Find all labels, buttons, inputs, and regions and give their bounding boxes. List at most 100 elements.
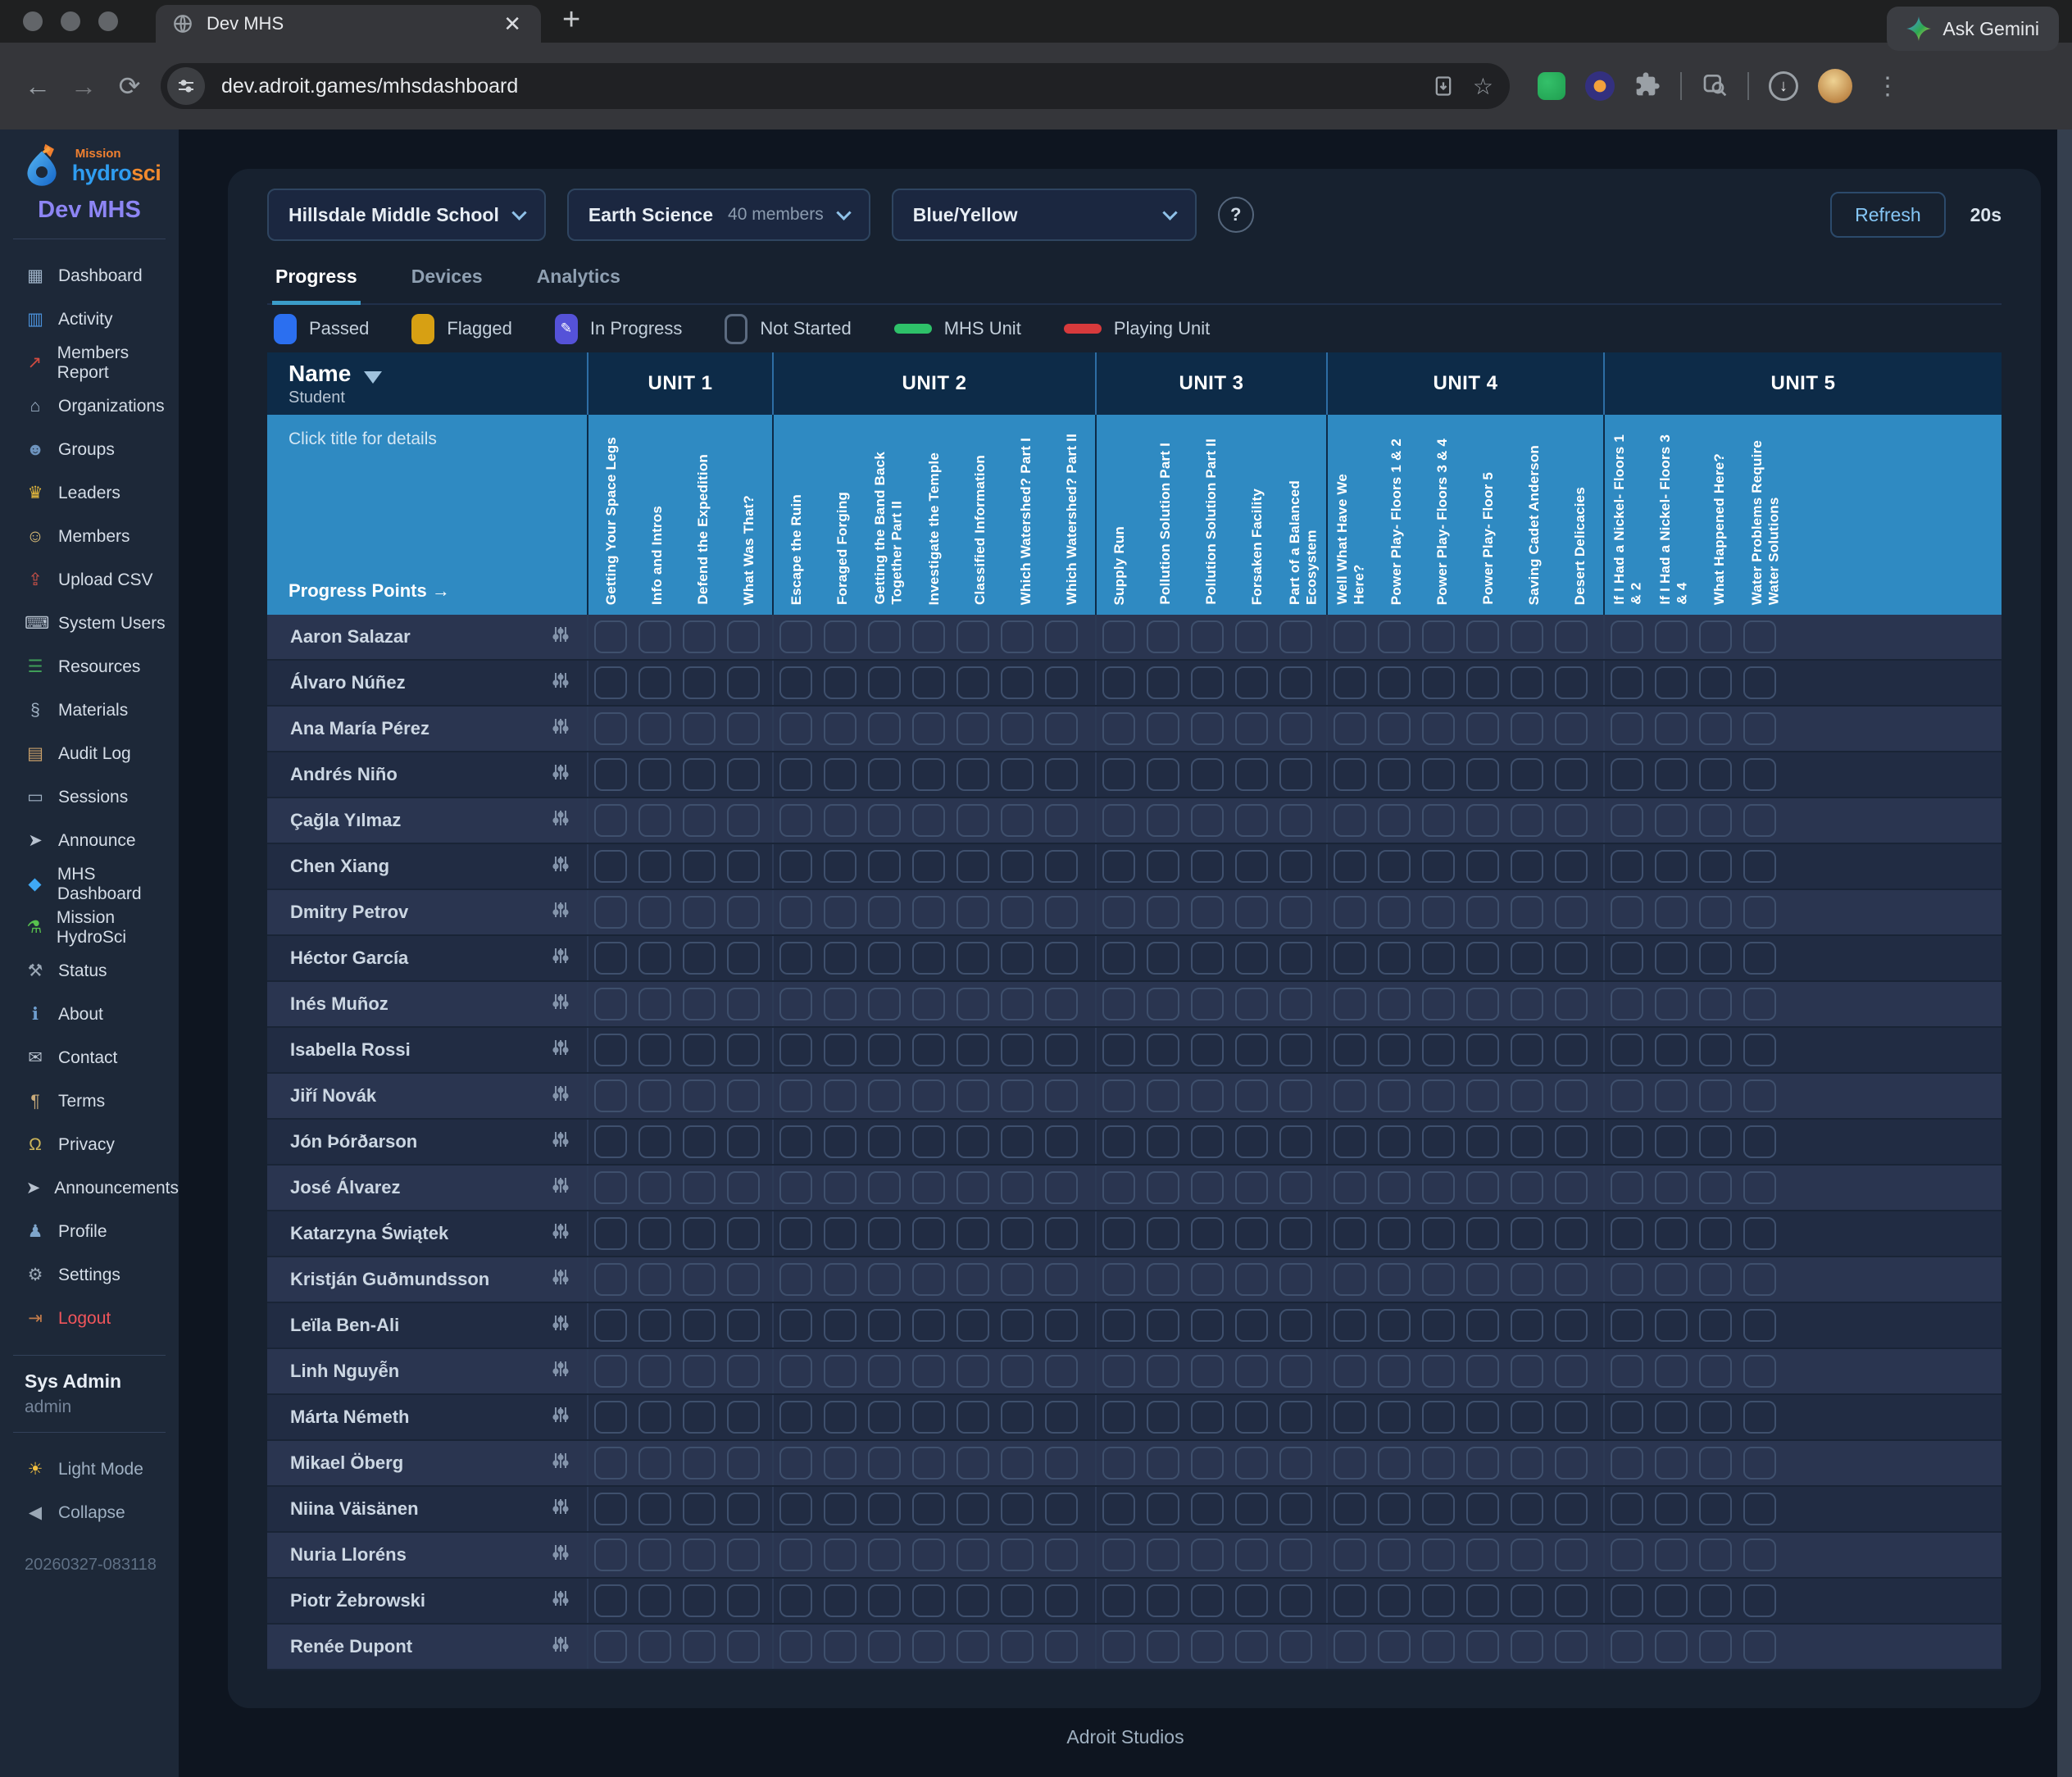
progress-cell[interactable] xyxy=(683,1447,716,1479)
progress-cell[interactable] xyxy=(1422,1309,1455,1342)
lesson-title-what-was-that[interactable]: What Was That? xyxy=(741,495,757,605)
progress-cell[interactable] xyxy=(1235,1584,1268,1617)
progress-cell[interactable] xyxy=(1466,1447,1499,1479)
progress-cell[interactable] xyxy=(594,1171,627,1204)
progress-cell[interactable] xyxy=(683,1538,716,1571)
sliders-icon[interactable] xyxy=(552,993,569,1016)
progress-cell[interactable] xyxy=(1655,758,1688,791)
progress-cell[interactable] xyxy=(1191,1630,1224,1663)
progress-cell[interactable] xyxy=(1555,804,1588,837)
progress-cell[interactable] xyxy=(1001,1309,1034,1342)
progress-cell[interactable] xyxy=(912,850,945,883)
browser-tab[interactable]: Dev MHS ✕ xyxy=(156,5,541,43)
progress-cell[interactable] xyxy=(1555,1401,1588,1434)
progress-cell[interactable] xyxy=(1279,896,1312,929)
tab-progress[interactable]: Progress xyxy=(272,266,361,305)
sliders-icon[interactable] xyxy=(552,1360,569,1383)
progress-cell[interactable] xyxy=(1422,1401,1455,1434)
progress-cell[interactable] xyxy=(824,988,857,1020)
progress-cell[interactable] xyxy=(1279,1079,1312,1112)
progress-cell[interactable] xyxy=(912,1401,945,1434)
progress-cell[interactable] xyxy=(1102,1079,1135,1112)
sliders-icon[interactable] xyxy=(552,901,569,924)
progress-cell[interactable] xyxy=(727,758,760,791)
progress-cell[interactable] xyxy=(1191,1125,1224,1158)
progress-cell[interactable] xyxy=(1191,804,1224,837)
progress-cell[interactable] xyxy=(1001,1401,1034,1434)
sidebar-item-logout[interactable]: ⇥Logout xyxy=(0,1297,179,1340)
progress-cell[interactable] xyxy=(868,1171,901,1204)
lesson-title-pollution-solution-part-ii[interactable]: Pollution Solution Part II xyxy=(1203,439,1220,605)
tab-devices[interactable]: Devices xyxy=(408,266,486,303)
progress-cell[interactable] xyxy=(727,1263,760,1296)
progress-cell[interactable] xyxy=(912,712,945,745)
progress-cell[interactable] xyxy=(1045,1079,1078,1112)
progress-cell[interactable] xyxy=(638,1493,671,1525)
progress-cell[interactable] xyxy=(1102,758,1135,791)
progress-cell[interactable] xyxy=(824,1171,857,1204)
progress-cell[interactable] xyxy=(1511,1034,1543,1066)
progress-cell[interactable] xyxy=(1001,942,1034,975)
progress-cell[interactable] xyxy=(1001,850,1034,883)
progress-cell[interactable] xyxy=(1699,620,1732,653)
progress-cell[interactable] xyxy=(1555,1630,1588,1663)
progress-cell[interactable] xyxy=(824,666,857,699)
progress-cell[interactable] xyxy=(1611,1538,1643,1571)
close-window-button[interactable] xyxy=(23,11,43,31)
progress-cell[interactable] xyxy=(1555,1171,1588,1204)
progress-cell[interactable] xyxy=(1699,850,1732,883)
progress-cell[interactable] xyxy=(638,1355,671,1388)
progress-cell[interactable] xyxy=(956,1171,989,1204)
progress-cell[interactable] xyxy=(1191,942,1224,975)
progress-cell[interactable] xyxy=(868,1079,901,1112)
sliders-icon[interactable] xyxy=(552,1176,569,1199)
progress-cell[interactable] xyxy=(1422,620,1455,653)
progress-cell[interactable] xyxy=(1655,1355,1688,1388)
sidebar-item-about[interactable]: ℹAbout xyxy=(0,993,179,1036)
progress-cell[interactable] xyxy=(1611,1034,1643,1066)
progress-cell[interactable] xyxy=(638,850,671,883)
progress-cell[interactable] xyxy=(594,1584,627,1617)
progress-cell[interactable] xyxy=(1235,1355,1268,1388)
progress-cell[interactable] xyxy=(779,1493,812,1525)
progress-cell[interactable] xyxy=(1422,1538,1455,1571)
progress-cell[interactable] xyxy=(912,1355,945,1388)
bookmark-star-icon[interactable]: ☆ xyxy=(1473,73,1493,100)
sidebar-item-announcements[interactable]: ➤Announcements xyxy=(0,1166,179,1210)
progress-cell[interactable] xyxy=(1191,1447,1224,1479)
progress-cell[interactable] xyxy=(1235,1309,1268,1342)
progress-cell[interactable] xyxy=(683,1355,716,1388)
progress-cell[interactable] xyxy=(1655,1171,1688,1204)
progress-cell[interactable] xyxy=(1655,1034,1688,1066)
progress-cell[interactable] xyxy=(1235,1630,1268,1663)
progress-cell[interactable] xyxy=(1147,988,1179,1020)
progress-cell[interactable] xyxy=(1378,666,1411,699)
lesson-title-part-of-a-balanced-ecosystem[interactable]: Part of a Balanced Ecosystem xyxy=(1287,480,1320,605)
back-button[interactable]: ← xyxy=(15,63,61,109)
progress-cell[interactable] xyxy=(1378,1125,1411,1158)
progress-cell[interactable] xyxy=(1611,1630,1643,1663)
sidebar-item-status[interactable]: ⚒Status xyxy=(0,949,179,993)
progress-cell[interactable] xyxy=(1511,1401,1543,1434)
progress-cell[interactable] xyxy=(779,666,812,699)
progress-cell[interactable] xyxy=(1511,1079,1543,1112)
progress-cell[interactable] xyxy=(1334,620,1366,653)
progress-cell[interactable] xyxy=(1743,1171,1776,1204)
downloads-icon[interactable]: ↓ xyxy=(1769,71,1798,101)
progress-cell[interactable] xyxy=(1147,942,1179,975)
progress-cell[interactable] xyxy=(1611,1309,1643,1342)
progress-cell[interactable] xyxy=(779,1630,812,1663)
sidebar-item-leaders[interactable]: ♛Leaders xyxy=(0,471,179,515)
progress-cell[interactable] xyxy=(1422,1034,1455,1066)
progress-cell[interactable] xyxy=(824,1401,857,1434)
progress-cell[interactable] xyxy=(1699,1538,1732,1571)
progress-cell[interactable] xyxy=(779,896,812,929)
progress-cell[interactable] xyxy=(1378,712,1411,745)
progress-cell[interactable] xyxy=(779,1034,812,1066)
progress-cell[interactable] xyxy=(1102,1125,1135,1158)
lesson-title-info-and-intros[interactable]: Info and Intros xyxy=(649,506,666,605)
progress-cell[interactable] xyxy=(1699,1447,1732,1479)
progress-cell[interactable] xyxy=(1235,1125,1268,1158)
progress-cell[interactable] xyxy=(1045,1401,1078,1434)
lesson-title-saving-cadet-anderson[interactable]: Saving Cadet Anderson xyxy=(1526,445,1543,605)
